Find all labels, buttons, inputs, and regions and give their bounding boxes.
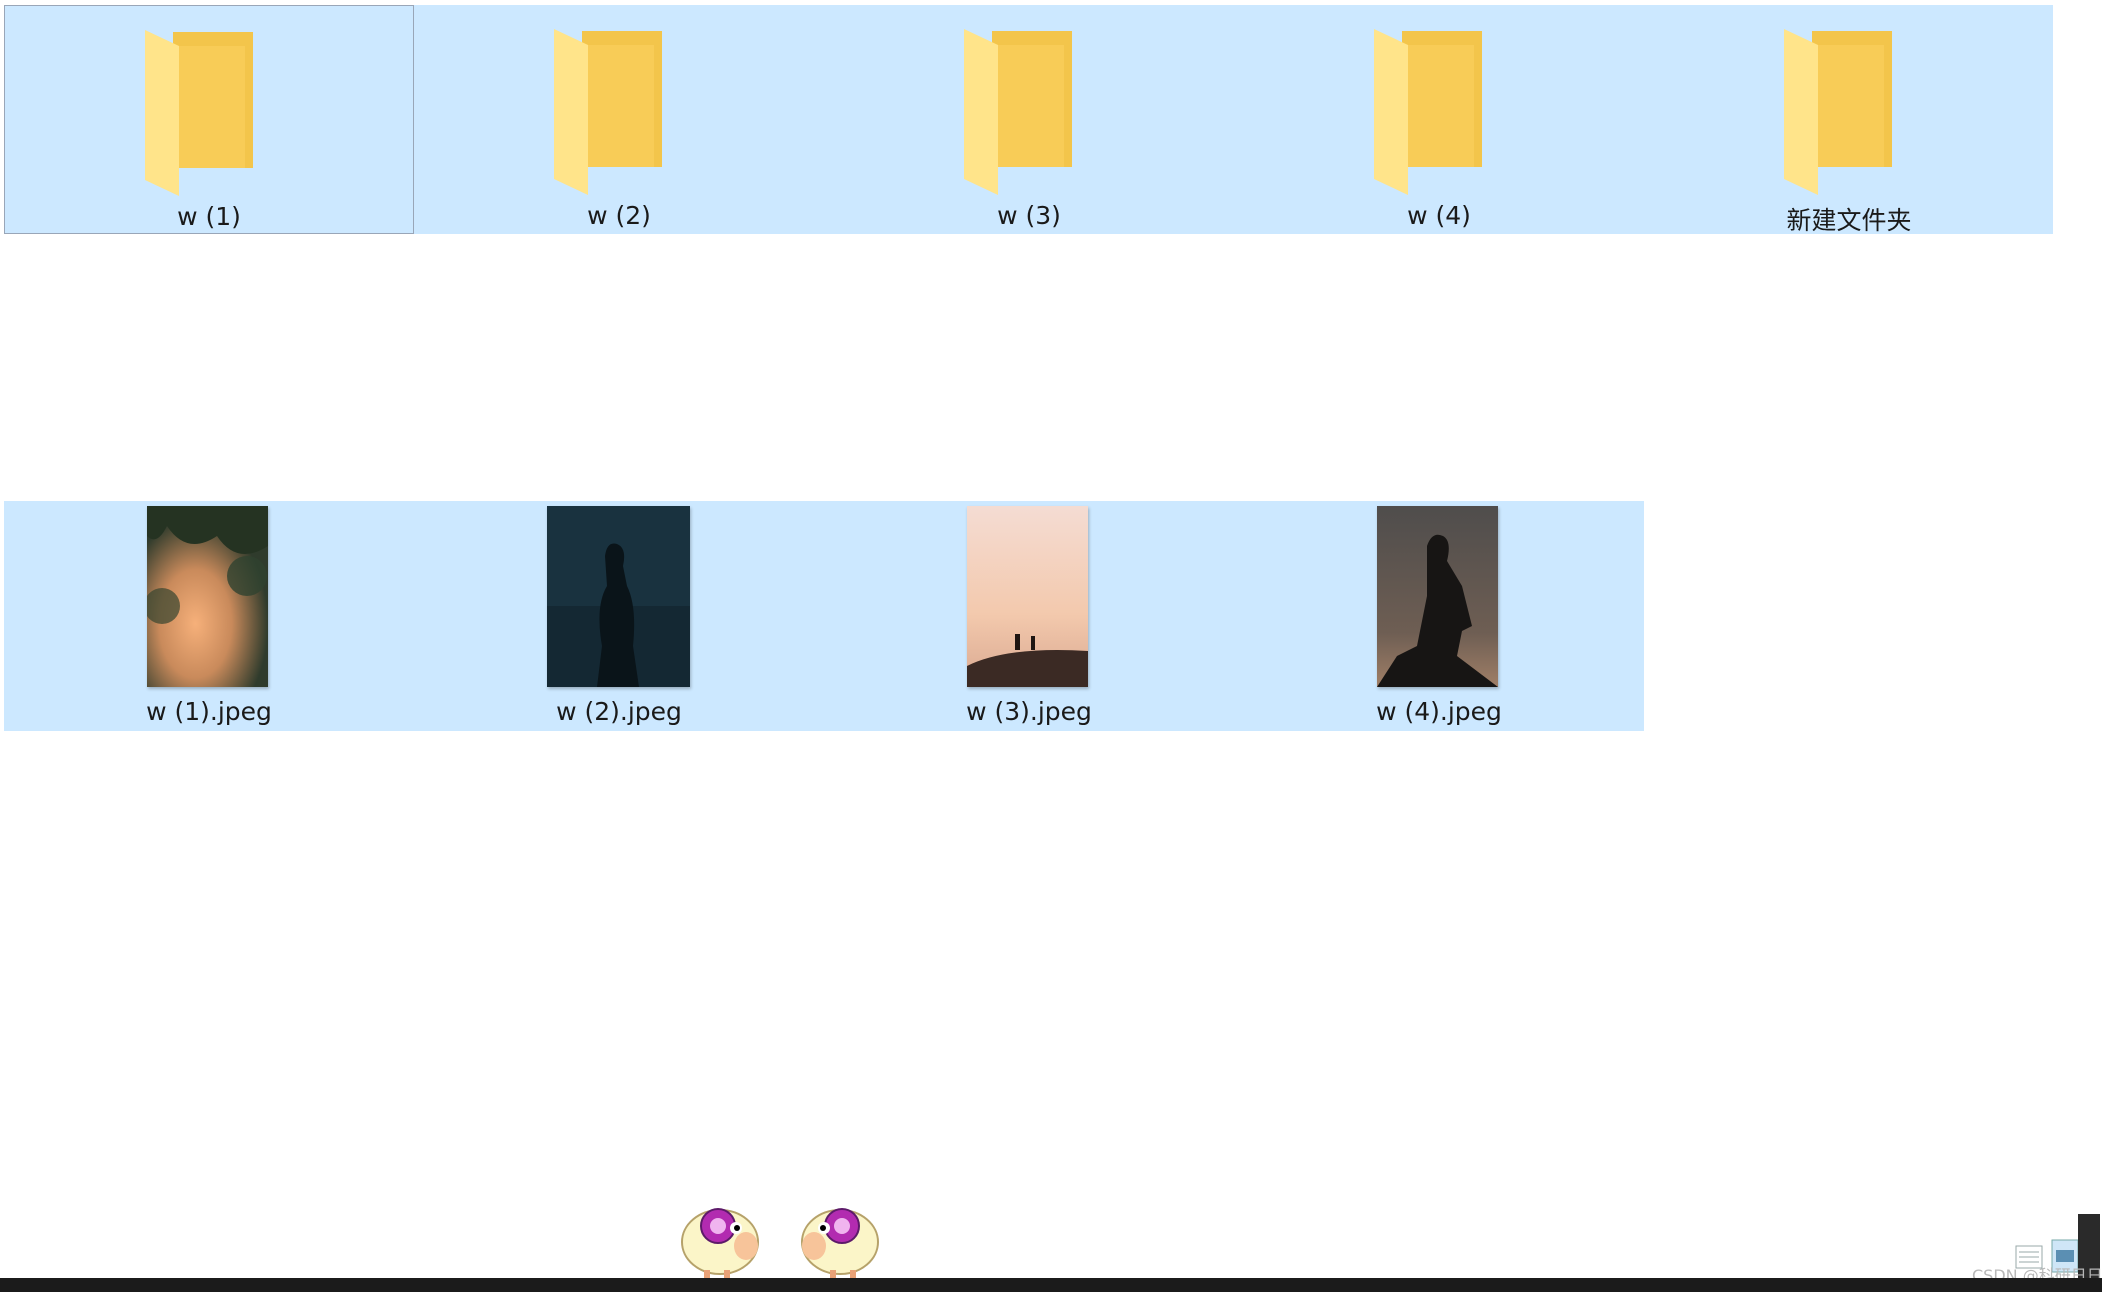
image-label: w (4).jpeg bbox=[1376, 697, 1502, 726]
image-label: w (3).jpeg bbox=[966, 697, 1092, 726]
sheep-icon[interactable] bbox=[674, 1200, 764, 1282]
folder-label: w (2) bbox=[587, 201, 651, 230]
folder-label: w (3) bbox=[997, 201, 1061, 230]
folder-item-w1[interactable]: w (1) bbox=[4, 5, 414, 234]
folder-icon bbox=[1374, 29, 1482, 195]
folder-item-w4[interactable]: w (4) bbox=[1234, 5, 1644, 234]
image-item-w3[interactable]: w (3).jpeg bbox=[824, 501, 1234, 731]
folder-icon bbox=[964, 29, 1072, 195]
taskbar-edge bbox=[0, 1278, 2102, 1292]
folder-item-w2[interactable]: w (2) bbox=[414, 5, 824, 234]
image-thumbnail bbox=[547, 506, 690, 687]
image-thumbnail bbox=[1377, 506, 1498, 687]
folder-icon bbox=[554, 29, 662, 195]
image-thumbnail bbox=[967, 506, 1088, 687]
image-item-w2[interactable]: w (2).jpeg bbox=[414, 501, 824, 731]
folder-label: w (4) bbox=[1407, 201, 1471, 230]
folder-icon bbox=[1784, 29, 1892, 195]
folder-icon bbox=[145, 30, 253, 196]
folder-row: w (1) w (2) w (3) w (4) 新建文件夹 bbox=[4, 5, 2054, 235]
image-item-w1[interactable]: w (1).jpeg bbox=[4, 501, 414, 731]
folder-label: 新建文件夹 bbox=[1786, 206, 1912, 235]
image-item-w4[interactable]: w (4).jpeg bbox=[1234, 501, 1644, 731]
folder-item-w3[interactable]: w (3) bbox=[824, 5, 1234, 234]
image-label: w (1).jpeg bbox=[146, 697, 272, 726]
folder-label: w (1) bbox=[177, 202, 241, 231]
folder-item-new-folder[interactable]: 新建文件夹 bbox=[1644, 5, 2054, 235]
image-label: w (2).jpeg bbox=[556, 697, 682, 726]
image-thumbnail bbox=[147, 506, 268, 687]
sheep-icon[interactable] bbox=[796, 1200, 886, 1282]
image-row: w (1).jpeg w (2).jpeg w (3).jpeg w (4).j… bbox=[4, 501, 1644, 731]
